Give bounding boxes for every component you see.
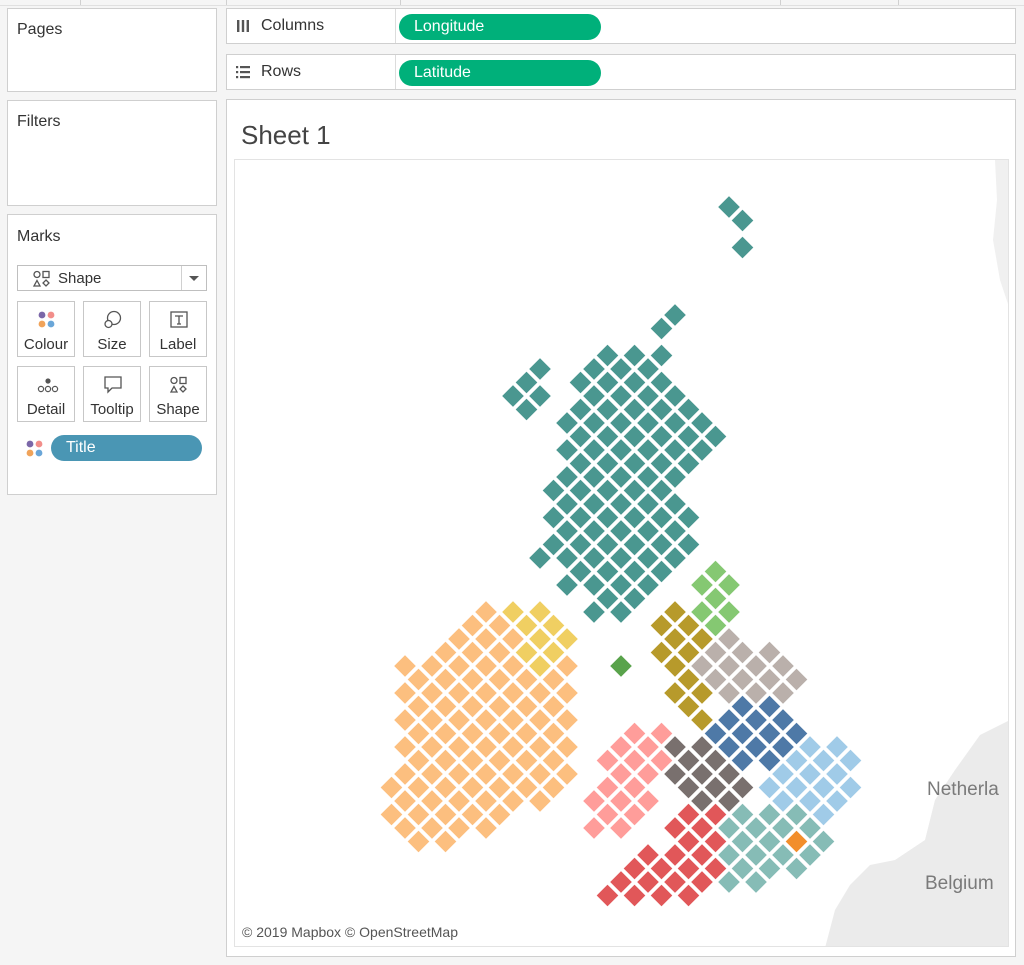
hex-tile-map[interactable] [235,160,1009,947]
sheet-view: Sheet 1 Netherla Belgium © 2019 Mapbox ©… [226,99,1016,957]
rows-shelf[interactable]: Rows Latitude [226,54,1016,90]
colour-button[interactable]: Colour [17,301,75,357]
columns-label: Columns [261,17,325,34]
label-button[interactable]: Label [149,301,207,357]
colour-icon [26,440,43,457]
columns-shelf-header: Columns [227,9,396,43]
title-colour-pill[interactable]: Title [51,435,202,461]
scotland-tile[interactable] [729,234,756,261]
columns-shelf[interactable]: Columns Longitude [226,8,1016,44]
base-map-scandinavia [993,160,1008,304]
pages-card[interactable]: Pages [7,8,217,92]
shape-button-label: Shape [156,401,200,418]
tooltip-button[interactable]: Tooltip [83,366,141,422]
marks-title: Marks [17,228,61,245]
filters-title: Filters [17,113,61,130]
map-label-belgium: Belgium [925,873,994,894]
size-icon [104,310,122,329]
top-toolbar-strip [0,0,1024,6]
rows-icon [236,66,250,79]
rows-shelf-header: Rows [227,55,396,89]
label-button-label: Label [159,336,197,353]
filters-card[interactable]: Filters [7,100,217,206]
rows-label: Rows [261,63,302,80]
map-attribution: © 2019 Mapbox © OpenStreetMap [242,924,458,940]
map-label-netherlands: Netherla [927,779,999,800]
colour-button-label: Colour [23,336,69,353]
latitude-pill[interactable]: Latitude [399,60,601,86]
detail-button-label: Detail [26,401,66,418]
map-view[interactable]: Netherla Belgium © 2019 Mapbox © OpenStr… [234,159,1009,947]
size-button-label: Size [97,336,127,353]
label-icon [170,311,188,328]
mark-type-label: Shape [58,270,102,287]
tooltip-icon [104,376,122,394]
shape-button[interactable]: Shape [149,366,207,422]
shape-icon [169,376,187,393]
detail-icon [37,378,59,393]
columns-icon [237,20,249,32]
longitude-pill[interactable]: Longitude [399,14,601,40]
sheet-title: Sheet 1 [241,120,331,150]
chevron-down-icon[interactable] [181,266,206,290]
size-button[interactable]: Size [83,301,141,357]
mark-type-dropdown[interactable]: Shape [17,265,207,291]
shape-icon [32,270,50,287]
marks-card: Marks Shape Colour Size Label Detail Too… [7,214,217,495]
colour-icon [38,311,55,328]
isle-of-man-tile[interactable] [607,652,635,680]
pages-title: Pages [17,21,63,38]
detail-button[interactable]: Detail [17,366,75,422]
tooltip-button-label: Tooltip [90,401,134,418]
